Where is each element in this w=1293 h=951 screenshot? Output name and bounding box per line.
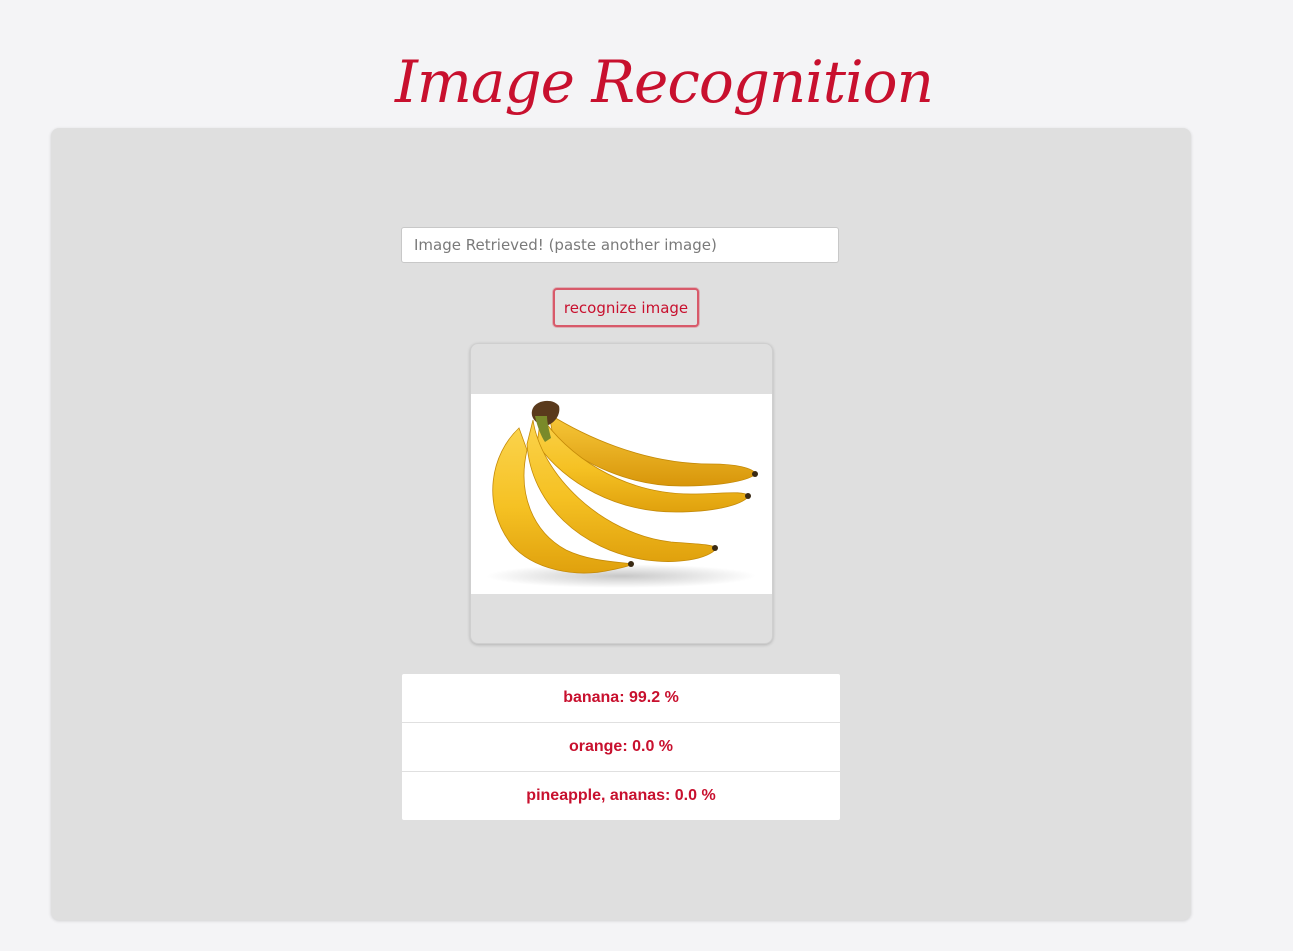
recognition-panel: recognize image	[51, 128, 1191, 920]
result-row: orange: 0.0 %	[402, 723, 840, 772]
recognize-image-button[interactable]: recognize image	[553, 288, 699, 327]
result-row: pineapple, ananas: 0.0 %	[526, 787, 716, 804]
prediction-results: banana: 99.2 % orange: 0.0 % pineapple, …	[402, 674, 840, 820]
page-title: Image Recognition	[395, 48, 934, 116]
image-preview	[471, 394, 772, 594]
banana-bunch-image	[486, 400, 758, 588]
image-url-input[interactable]	[401, 227, 839, 263]
page: Image Recognition recognize image	[0, 0, 1293, 951]
image-preview-card	[470, 343, 773, 644]
result-row: banana: 99.2 %	[402, 674, 840, 723]
